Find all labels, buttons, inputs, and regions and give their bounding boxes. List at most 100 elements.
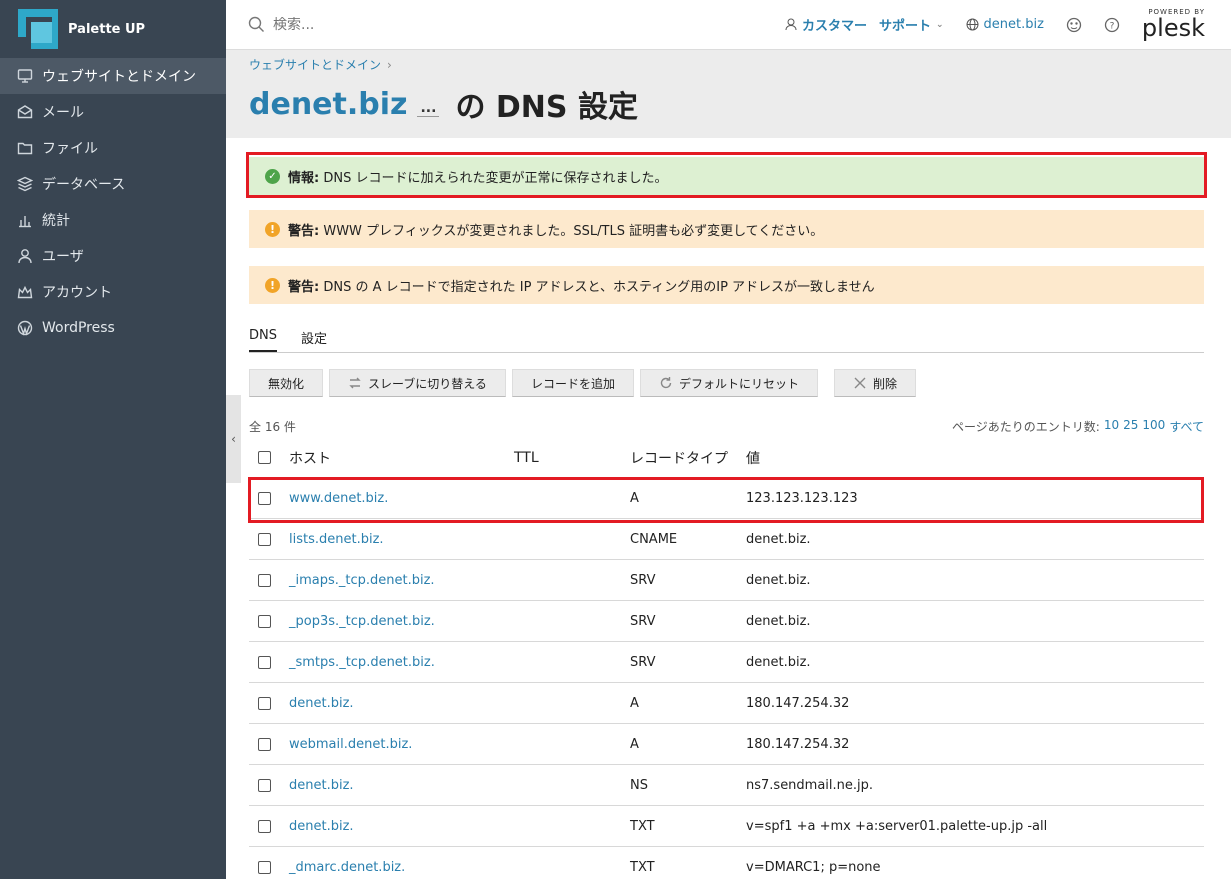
record-type: TXT: [630, 818, 655, 834]
switch-icon: [349, 377, 361, 389]
page-title-domain[interactable]: denet.biz: [249, 87, 407, 122]
table-row: _imaps._tcp.denet.biz. SRV denet.biz.: [249, 560, 1204, 601]
tab-settings[interactable]: 設定: [301, 328, 327, 352]
sidebar-item-label: データベース: [42, 177, 126, 193]
domain-label: denet.biz: [983, 17, 1044, 32]
column-header-value[interactable]: 値: [746, 448, 1204, 468]
brand[interactable]: Palette UP: [0, 0, 226, 58]
row-checkbox[interactable]: [258, 860, 271, 874]
sidebar-item-7[interactable]: WordPress: [0, 310, 226, 346]
palette-up-logo-icon: [18, 9, 58, 49]
entries-per-page-label: ページあたりのエントリ数:: [952, 420, 1100, 434]
monitor-icon: [16, 67, 34, 85]
table-row: denet.biz. NS ns7.sendmail.ne.jp.: [249, 765, 1204, 806]
record-host-link[interactable]: denet.biz.: [289, 778, 514, 793]
add-record-button[interactable]: レコードを追加: [511, 369, 634, 397]
record-type: SRV: [630, 613, 656, 629]
sidebar-item-5[interactable]: ユーザ: [0, 238, 226, 274]
delete-label: 削除: [872, 376, 897, 391]
customer-menu[interactable]: カスタマー: [785, 15, 867, 34]
switch-to-slave-button[interactable]: スレーブに切り替える: [329, 369, 506, 397]
sidebar-item-3[interactable]: データベース: [0, 166, 226, 202]
breadcrumb-separator-icon: ›: [387, 58, 392, 72]
column-header-ttl[interactable]: TTL: [514, 450, 630, 466]
total-count: 全 16 件: [249, 420, 296, 434]
row-checkbox[interactable]: [258, 614, 271, 628]
per-page-25[interactable]: 25: [1123, 418, 1138, 435]
disable-label: 無効化: [268, 376, 305, 391]
sidebar-item-label: アカウント: [42, 285, 112, 301]
domain-link[interactable]: denet.biz: [966, 17, 1044, 32]
breadcrumb-item[interactable]: ウェブサイトとドメイン: [249, 58, 381, 72]
support-menu[interactable]: サポート ⌄: [879, 15, 944, 34]
per-page-all[interactable]: すべて: [1169, 418, 1204, 435]
sidebar-item-4[interactable]: 統計: [0, 202, 226, 238]
row-checkbox[interactable]: [258, 532, 271, 546]
sidebar-item-0[interactable]: ウェブサイトとドメイン: [0, 58, 226, 94]
record-value: denet.biz.: [746, 613, 811, 629]
plesk-wordmark: plesk: [1141, 14, 1205, 42]
column-header-type[interactable]: レコードタイプ: [630, 448, 746, 468]
chevron-left-icon: ‹: [231, 432, 236, 446]
row-checkbox[interactable]: [258, 778, 271, 792]
table-row: denet.biz. TXT v=spf1 +a +mx +a:server01.p…: [249, 806, 1204, 847]
per-page-100[interactable]: 100: [1142, 418, 1165, 435]
warning-label: 警告:: [288, 223, 320, 239]
record-value: 180.147.254.32: [746, 695, 850, 711]
record-host-link[interactable]: _pop3s._tcp.denet.biz.: [289, 614, 514, 629]
sidebar-item-6[interactable]: アカウント: [0, 274, 226, 310]
row-checkbox[interactable]: [258, 819, 271, 833]
delete-button[interactable]: 削除: [833, 369, 916, 397]
warning-banner-ip: ! 警告: DNS の A レコードで指定された IP アドレスと、ホスティング…: [249, 266, 1204, 304]
tab-dns[interactable]: DNS: [249, 328, 277, 352]
support-label: サポート: [878, 19, 931, 34]
record-host-link[interactable]: _smtps._tcp.denet.biz.: [289, 655, 514, 670]
record-value: ns7.sendmail.ne.jp.: [746, 777, 874, 793]
record-value: denet.biz.: [746, 654, 811, 670]
help-icon[interactable]: ?: [1104, 17, 1120, 33]
reset-default-button[interactable]: デフォルトにリセット: [639, 369, 818, 397]
per-page-10[interactable]: 10: [1104, 418, 1119, 435]
crown-icon: [16, 283, 34, 301]
record-value: 180.147.254.32: [746, 736, 850, 752]
record-host-link[interactable]: lists.denet.biz.: [289, 532, 514, 547]
table-row: _dmarc.denet.biz. TXT v=DMARC1; p=none: [249, 847, 1204, 879]
search-input[interactable]: [273, 16, 573, 33]
warning-icon: !: [265, 221, 280, 237]
column-header-host[interactable]: ホスト: [289, 448, 514, 468]
sidebar-item-label: ユーザ: [42, 249, 84, 265]
chevron-down-icon: ⌄: [935, 19, 944, 30]
sidebar-item-2[interactable]: ファイル: [0, 130, 226, 166]
sidebar-item-1[interactable]: メール: [0, 94, 226, 130]
record-type: A: [630, 695, 639, 711]
record-type: TXT: [630, 859, 655, 875]
select-all-checkbox[interactable]: [258, 451, 271, 464]
table-row: denet.biz. A 180.147.254.32: [249, 683, 1204, 724]
brand-name: Palette UP: [68, 21, 146, 37]
row-checkbox[interactable]: [258, 696, 271, 710]
row-checkbox[interactable]: [258, 655, 271, 669]
more-options-button[interactable]: ...: [417, 100, 440, 117]
add-record-label: レコードを追加: [530, 376, 615, 391]
breadcrumb[interactable]: ウェブサイトとドメイン ›: [249, 56, 392, 73]
row-checkbox[interactable]: [258, 737, 271, 751]
record-host-link[interactable]: denet.biz.: [289, 819, 514, 834]
user-icon: [16, 247, 34, 265]
sidebar-item-label: メール: [42, 105, 84, 121]
record-host-link[interactable]: _imaps._tcp.denet.biz.: [289, 573, 514, 588]
record-type: SRV: [630, 572, 656, 588]
record-host-link[interactable]: denet.biz.: [289, 696, 514, 711]
page-header: ウェブサイトとドメイン › denet.biz ... の DNS 設定: [226, 50, 1231, 138]
row-checkbox[interactable]: [258, 573, 271, 587]
record-host-link[interactable]: webmail.denet.biz.: [289, 737, 514, 752]
record-type: SRV: [630, 654, 656, 670]
globe-icon: [966, 18, 979, 31]
disable-button[interactable]: 無効化: [249, 369, 324, 397]
svg-text:?: ?: [1110, 21, 1115, 31]
sidebar-collapse-button[interactable]: ‹: [226, 395, 241, 483]
table-row: webmail.denet.biz. A 180.147.254.32: [249, 724, 1204, 765]
extensions-icon[interactable]: [1066, 17, 1082, 33]
record-type: NS: [630, 777, 648, 793]
customer-label: カスタマー: [801, 19, 867, 34]
record-host-link[interactable]: _dmarc.denet.biz.: [289, 860, 514, 875]
